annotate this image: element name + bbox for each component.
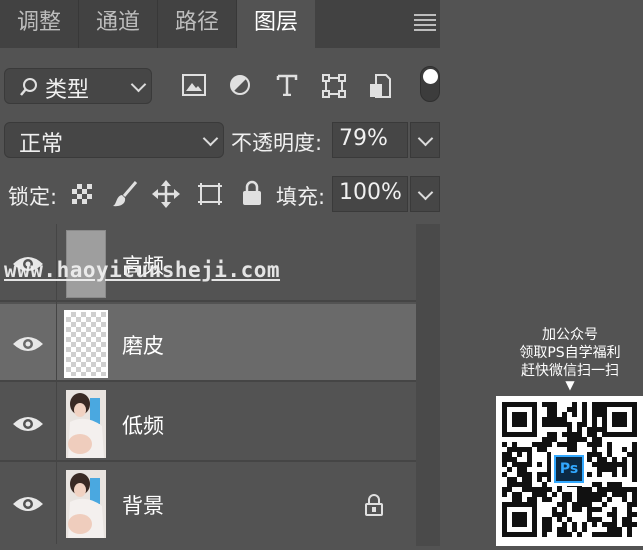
opacity-value: 79%: [339, 126, 388, 151]
tab-layers[interactable]: 图层: [237, 0, 315, 48]
layers-scrollbar[interactable]: [416, 224, 440, 546]
shape-filter-icon[interactable]: [322, 74, 346, 98]
type-filter-icon[interactable]: [276, 74, 298, 96]
layer-name[interactable]: 背景: [122, 490, 164, 520]
fill-input[interactable]: 100%: [332, 176, 408, 212]
blend-mode-value: 正常: [19, 132, 64, 157]
chevron-down-icon: [417, 130, 434, 147]
fill-value: 100%: [339, 180, 402, 205]
lock-transparent-icon[interactable]: [72, 184, 92, 204]
promo-line-2: 领取PS自学福利: [519, 345, 621, 361]
adjustment-filter-icon[interactable]: [229, 74, 251, 96]
eye-icon[interactable]: [12, 334, 44, 354]
image-filter-icon[interactable]: [182, 74, 206, 96]
qr-logo-frame: Ps: [551, 452, 587, 486]
lock-image-icon[interactable]: [112, 180, 138, 208]
promo-arrow: ▼: [565, 378, 575, 392]
layer-thumbnail-photo: [66, 470, 106, 538]
opacity-dropdown-button[interactable]: [410, 122, 440, 158]
promo-line-1: 加公众号: [542, 327, 598, 343]
layer-row-low-freq[interactable]: 低频: [0, 384, 416, 464]
fill-dropdown-button[interactable]: [410, 176, 440, 212]
column-divider: [56, 304, 57, 384]
search-icon: [20, 78, 37, 96]
layer-filter-dropdown[interactable]: 类型: [4, 68, 152, 104]
lock-label: 锁定:: [8, 185, 58, 209]
layer-row-background[interactable]: 背景: [0, 464, 416, 544]
qr-code[interactable]: Ps: [496, 396, 643, 546]
chevron-down-icon: [202, 130, 219, 147]
photoshop-logo: Ps: [554, 455, 584, 483]
chevron-down-icon: [130, 76, 147, 93]
layer-name[interactable]: 磨皮: [122, 330, 164, 360]
filter-type-label: 类型: [45, 78, 90, 103]
tab-channels[interactable]: 通道: [79, 0, 157, 48]
fill-label: 填充:: [276, 185, 326, 209]
chevron-down-icon: [417, 184, 434, 201]
opacity-input[interactable]: 79%: [332, 122, 408, 158]
opacity-label: 不透明度:: [231, 131, 323, 155]
toggle-knob: [423, 69, 438, 84]
eye-icon[interactable]: [12, 494, 44, 514]
tab-adjustments[interactable]: 调整: [0, 0, 78, 48]
promo-line-3: 赶快微信扫一扫: [521, 363, 619, 379]
lock-position-icon[interactable]: [152, 180, 180, 208]
lock-artboard-icon[interactable]: [196, 181, 224, 207]
watermark-text: www.haoyicunsheji.com: [4, 258, 281, 282]
layer-name[interactable]: 低频: [122, 410, 164, 440]
layer-row-skin-smooth[interactable]: 磨皮: [0, 304, 416, 384]
lock-all-icon[interactable]: [242, 180, 262, 206]
blend-mode-dropdown[interactable]: 正常: [4, 122, 224, 158]
column-divider: [56, 464, 57, 544]
layer-lock-icon[interactable]: [364, 494, 384, 516]
column-divider: [56, 384, 57, 464]
eye-icon[interactable]: [12, 414, 44, 434]
panel-menu-icon[interactable]: [414, 14, 436, 32]
layer-thumbnail-transparent: [64, 310, 108, 378]
filter-toggle-switch[interactable]: [420, 66, 440, 102]
layer-thumbnail-photo: [66, 390, 106, 458]
smart-object-filter-icon[interactable]: [368, 73, 392, 99]
tab-paths[interactable]: 路径: [158, 0, 236, 48]
